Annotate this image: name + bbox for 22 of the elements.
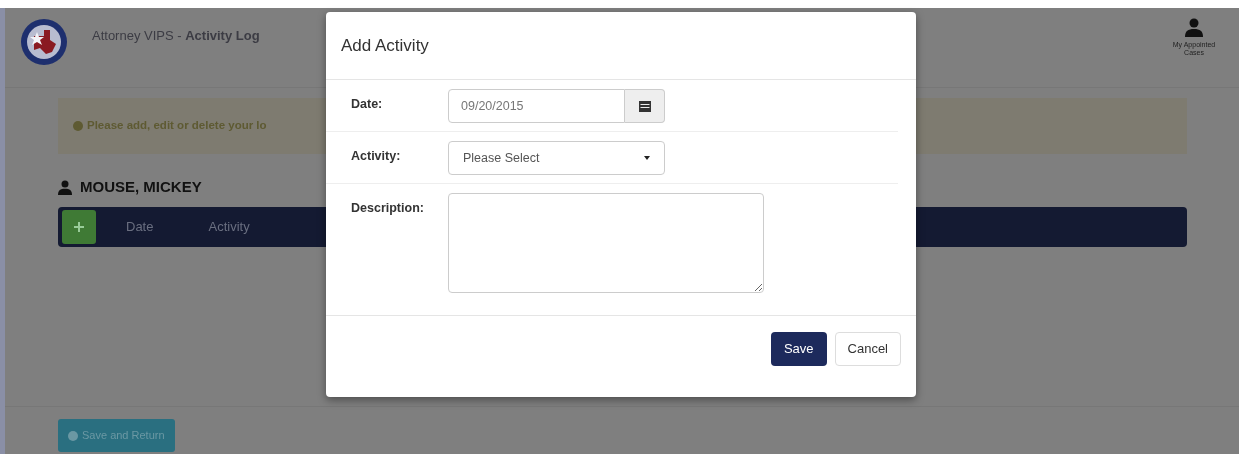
description-field[interactable] [448,193,764,293]
user-icon [58,179,72,195]
seal-logo [20,18,68,66]
modal-title: Add Activity [341,34,429,57]
column-header[interactable]: Date [126,216,154,237]
user-icon [1185,18,1203,37]
field-label: Description: [351,200,425,217]
calendar-icon[interactable] [638,100,651,112]
caret-icon [644,156,650,160]
activity-dropdown[interactable]: Please Select [448,141,665,175]
add-button[interactable] [62,209,96,244]
circle-icon [68,430,78,441]
page-title: Attorney VIPS - Activity Log [92,27,260,45]
column-header[interactable]: Activity [208,216,250,237]
plus-icon [74,221,84,232]
field-label: Activity: [351,148,402,165]
cancel-button[interactable]: Cancel [834,332,901,366]
client-name: MOUSE, MICKEY [80,177,202,197]
date-field[interactable]: 09/20/2015 [448,89,625,123]
field-label: Date: [351,96,384,113]
alert-message: Please add, edit or delete your lo [87,118,267,134]
save-button[interactable]: Save [770,332,827,366]
